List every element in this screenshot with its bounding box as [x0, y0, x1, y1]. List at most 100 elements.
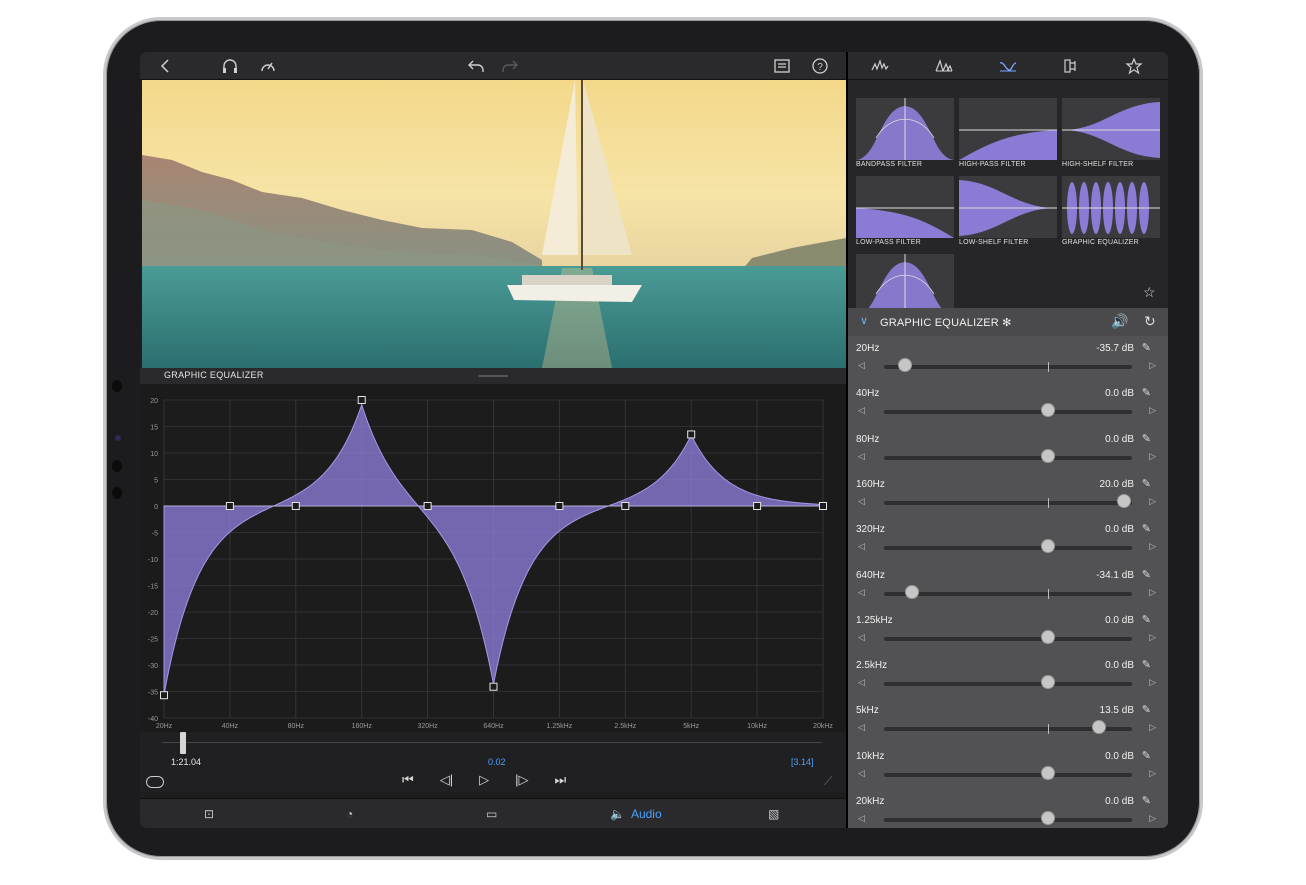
decrement-arrow-icon[interactable]: ◁ [858, 722, 865, 733]
gain-slider-thumb[interactable] [1041, 539, 1055, 554]
gain-slider-track[interactable] [884, 497, 1132, 508]
filter-preset-tile[interactable]: GRAPHIC EQUALIZER [1062, 176, 1160, 248]
eq-band-handle[interactable] [687, 430, 696, 439]
eq-band-handle[interactable] [555, 502, 564, 510]
increment-arrow-icon[interactable]: ▷ [1149, 677, 1156, 688]
gain-slider-thumb[interactable] [1041, 403, 1055, 418]
increment-arrow-icon[interactable]: ▷ [1149, 496, 1156, 507]
decrement-arrow-icon[interactable]: ◁ [858, 632, 865, 643]
gain-slider-track[interactable] [884, 636, 1132, 641]
mute-speaker-icon[interactable]: 🔊 [1111, 313, 1128, 330]
decrement-arrow-icon[interactable]: ◁ [858, 360, 865, 371]
eq-band-handle[interactable] [291, 502, 300, 510]
gain-slider-thumb[interactable] [1041, 629, 1055, 644]
edit-pencil-icon[interactable]: ✎ [1142, 432, 1151, 445]
headphones-icon[interactable] [220, 56, 240, 76]
photo-tab-icon[interactable]: ▧ [768, 804, 779, 824]
speed-tab-icon[interactable]: ◔ [346, 804, 353, 824]
favorites-category-icon[interactable] [1124, 56, 1144, 76]
increment-arrow-icon[interactable]: ▷ [1149, 722, 1156, 733]
filter-preset-tile[interactable]: HIGH-SHELF FILTER [1062, 98, 1160, 170]
gain-slider-thumb[interactable] [1041, 675, 1055, 690]
edit-pencil-icon[interactable]: ✎ [1142, 341, 1151, 354]
brush-icon[interactable]: ⟋ [824, 774, 832, 789]
edit-pencil-icon[interactable]: ✎ [1142, 613, 1151, 626]
gain-slider-track[interactable] [884, 362, 1132, 372]
decrement-arrow-icon[interactable]: ◁ [858, 541, 865, 552]
increment-arrow-icon[interactable]: ▷ [1149, 768, 1156, 779]
timeline-track[interactable] [162, 742, 822, 743]
edit-pencil-icon[interactable]: ✎ [1142, 568, 1151, 581]
gain-slider-thumb[interactable] [1041, 765, 1055, 780]
gain-slider-thumb[interactable] [1117, 493, 1131, 508]
resize-handle[interactable] [478, 375, 508, 377]
filter-preset-tile[interactable]: HIGH-PASS FILTER [959, 98, 1057, 170]
gain-slider-thumb[interactable] [1041, 448, 1055, 463]
increment-arrow-icon[interactable]: ▷ [1149, 541, 1156, 552]
compressor-category-icon[interactable] [1060, 56, 1080, 76]
gain-slider-track[interactable] [884, 455, 1132, 460]
decrement-arrow-icon[interactable]: ◁ [858, 496, 865, 507]
gain-slider-track[interactable] [884, 588, 1132, 599]
decrement-arrow-icon[interactable]: ◁ [858, 451, 865, 462]
edit-pencil-icon[interactable]: ✎ [1142, 522, 1151, 535]
back-chevron-icon[interactable] [156, 56, 176, 76]
step-forward-icon[interactable]: |▷ [515, 772, 528, 788]
playhead[interactable] [180, 732, 186, 754]
speed-gauge-icon[interactable] [258, 56, 278, 76]
favorite-star-icon[interactable]: ☆ [1143, 284, 1156, 301]
clipboard-icon[interactable] [772, 56, 792, 76]
help-icon[interactable]: ? [810, 56, 830, 76]
audio-waveform-toggle-icon[interactable] [146, 776, 164, 788]
edit-pencil-icon[interactable]: ✎ [1142, 658, 1151, 671]
skip-end-icon[interactable]: ⏭ [554, 772, 566, 788]
gain-slider-track[interactable] [884, 818, 1132, 822]
decrement-arrow-icon[interactable]: ◁ [858, 813, 865, 824]
decrement-arrow-icon[interactable]: ◁ [858, 768, 865, 779]
step-back-icon[interactable]: ◁| [440, 772, 453, 788]
gain-slider-thumb[interactable] [1092, 720, 1107, 735]
edit-pencil-icon[interactable]: ✎ [1142, 386, 1151, 399]
gain-slider-track[interactable] [884, 772, 1132, 777]
eq-band-handle[interactable] [423, 502, 432, 510]
play-icon[interactable]: ▷ [479, 772, 489, 788]
filter-preset-tile[interactable]: LOW-PASS FILTER [856, 176, 954, 248]
audio-tab[interactable]: 🔈 Audio [610, 804, 662, 824]
skip-start-icon[interactable]: ⏮ [402, 772, 414, 788]
edit-pencil-icon[interactable]: ✎ [1142, 477, 1151, 490]
gain-slider-thumb[interactable] [898, 358, 913, 372]
decrement-arrow-icon[interactable]: ◁ [858, 677, 865, 688]
peaks-category-icon[interactable] [934, 56, 954, 76]
increment-arrow-icon[interactable]: ▷ [1149, 813, 1156, 824]
increment-arrow-icon[interactable]: ▷ [1149, 405, 1156, 416]
crop-tab-icon[interactable]: ▭ [486, 804, 497, 824]
gain-slider-thumb[interactable] [1041, 811, 1055, 825]
redo-icon[interactable] [500, 56, 520, 76]
edit-pencil-icon[interactable]: ✎ [1142, 749, 1151, 762]
eq-band-handle[interactable] [357, 396, 366, 404]
eq-band-handle[interactable] [489, 682, 498, 691]
increment-arrow-icon[interactable]: ▷ [1149, 451, 1156, 462]
eq-category-icon[interactable] [998, 56, 1018, 76]
edit-pencil-icon[interactable]: ✎ [1142, 794, 1151, 807]
undo-icon[interactable] [466, 56, 486, 76]
timeline[interactable]: 1:21.04 0.02 [3.14] ⏮ ◁| ▷ |▷ ⏭ ⟋ [140, 732, 846, 792]
reset-icon[interactable]: ↻ [1144, 313, 1156, 330]
increment-arrow-icon[interactable]: ▷ [1149, 587, 1156, 598]
gain-slider-track[interactable] [884, 682, 1132, 687]
video-preview[interactable] [142, 80, 846, 368]
eq-band-handle[interactable] [819, 502, 827, 510]
decrement-arrow-icon[interactable]: ◁ [858, 405, 865, 416]
eq-band-handle[interactable] [225, 502, 234, 510]
gain-slider-track[interactable] [884, 546, 1132, 551]
edit-pencil-icon[interactable]: ✎ [1142, 703, 1151, 716]
eq-band-handle[interactable] [621, 502, 630, 510]
decrement-arrow-icon[interactable]: ◁ [858, 587, 865, 598]
filter-preset-tile[interactable]: BANDPASS FILTER [856, 98, 954, 170]
eq-band-handle[interactable] [160, 691, 168, 700]
increment-arrow-icon[interactable]: ▷ [1149, 360, 1156, 371]
increment-arrow-icon[interactable]: ▷ [1149, 632, 1156, 643]
eq-band-handle[interactable] [753, 502, 762, 510]
frame-tab-icon[interactable]: ⊡ [204, 804, 214, 824]
gain-slider-track[interactable] [884, 410, 1132, 415]
